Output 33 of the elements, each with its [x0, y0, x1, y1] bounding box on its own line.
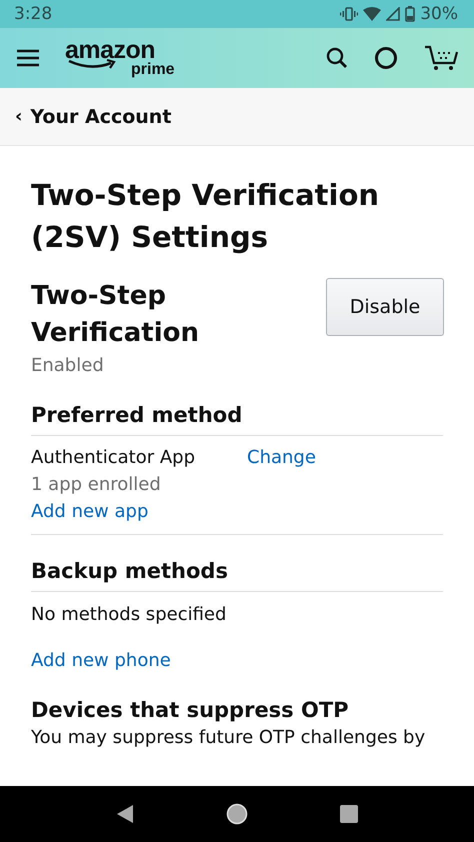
- section-heading: Preferred method: [31, 391, 443, 436]
- amazon-prime-logo[interactable]: amazon prime: [65, 37, 177, 79]
- your-account-link[interactable]: ‹ Your Account: [15, 106, 172, 128]
- menu-icon[interactable]: [17, 49, 39, 67]
- section-heading: Devices that suppress OTP: [31, 697, 350, 724]
- add-app-link[interactable]: Add new app: [31, 498, 148, 525]
- search-icon[interactable]: [326, 47, 348, 69]
- smile-arrow-icon: [67, 59, 117, 71]
- description-text: You may suppress future OTP challenges by: [31, 726, 426, 750]
- section-heading: Backup methods: [31, 547, 443, 592]
- status-time: 3:28: [14, 4, 52, 24]
- cart-icon[interactable]: [424, 45, 458, 71]
- battery-level: 30%: [420, 4, 458, 24]
- wifi-icon: [363, 7, 382, 21]
- home-icon[interactable]: [226, 803, 248, 825]
- disable-button[interactable]: Disable: [326, 278, 444, 336]
- back-chevron: ‹: [15, 106, 22, 127]
- battery-icon: [405, 6, 416, 22]
- circle-icon[interactable]: [374, 46, 398, 70]
- empty-note: No methods specified: [31, 603, 228, 627]
- back-icon[interactable]: [116, 804, 134, 824]
- status-text: Enabled: [31, 354, 105, 378]
- add-phone-link[interactable]: Add new phone: [31, 647, 171, 674]
- section-heading: Two-Step Verification: [31, 280, 200, 350]
- page-title: Two-Step Verification (2SV) Settings: [31, 177, 380, 256]
- breadcrumb-label: Your Account: [30, 106, 172, 128]
- vibrate-icon: [340, 7, 358, 21]
- logo-subtext: prime: [131, 62, 175, 78]
- method-name: Authenticator App: [31, 446, 196, 470]
- enrolled-text: 1 app enrolled: [31, 473, 162, 497]
- signal-icon: [386, 7, 400, 21]
- change-link[interactable]: Change: [247, 444, 316, 471]
- logo-text: amazon: [65, 37, 156, 63]
